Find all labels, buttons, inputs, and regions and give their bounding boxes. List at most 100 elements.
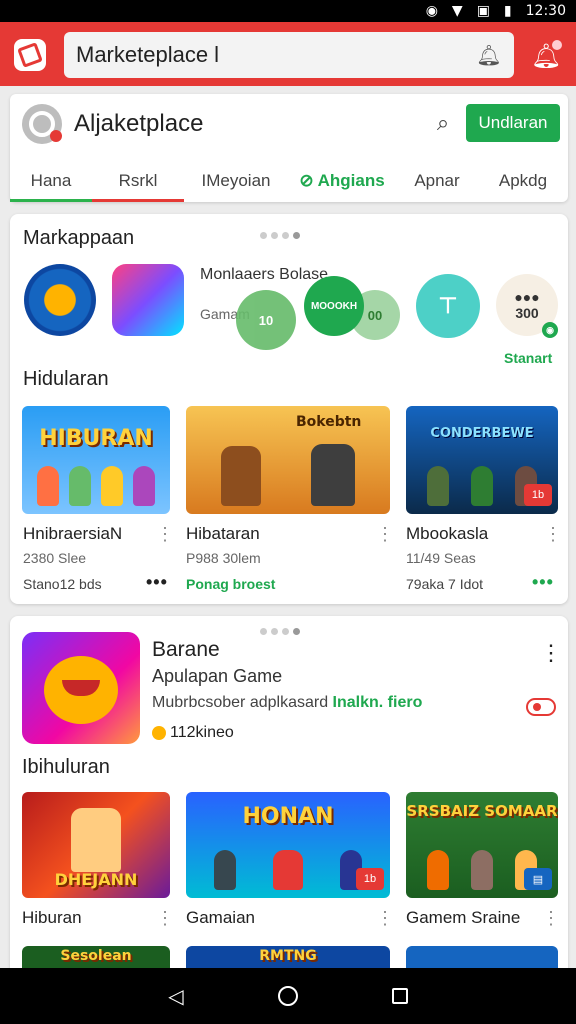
featured-desc-text: Mubrbcsober adplkasard [152,694,329,711]
dots-glyph: ●●● [514,289,540,305]
character [133,466,155,506]
toggle-switch[interactable] [526,698,556,716]
tab-rsrkl[interactable]: Rsrkl [92,160,184,202]
character [471,466,493,506]
circle-button-2[interactable]: MOOOKH [304,276,364,336]
game-title[interactable]: Mbookasla [406,524,488,544]
rating-badge: 1b [524,484,552,506]
install-button[interactable]: Undlaran [466,104,560,142]
game-title[interactable]: Gamaian [186,908,255,928]
tab-home[interactable]: Hana [10,160,92,202]
circle-button-1[interactable]: 10 [236,290,296,350]
coin-count: 112kineo [170,724,234,741]
start-link[interactable]: Stanart [504,350,552,366]
tool-circle-icon[interactable]: ⊤ [416,274,480,338]
search-input[interactable] [76,42,476,68]
character [214,850,237,890]
more-vert-icon[interactable]: ⋮ [542,908,560,929]
thumb-characters [196,444,380,506]
more-horiz-icon[interactable]: ••• [532,572,554,593]
search-bar[interactable]: 🔔︎ [64,32,514,78]
section-title-market: Markappaan [23,227,135,249]
record-icon: ◉ [425,3,438,19]
recents-icon [392,988,408,1004]
score-label: 300 [515,305,539,321]
app-title: Aljaketplace [74,110,204,137]
thumb-label: HONAN [242,804,334,829]
recents-button[interactable] [386,982,414,1010]
battery-icon: ▮ [503,3,512,19]
app-icon-candy[interactable] [112,264,184,336]
character [427,466,449,506]
pager-dot [260,232,267,239]
game-thumb-7[interactable]: Sesolean [22,946,170,968]
game-thumb-6[interactable]: SRSBAIZ SOMAAR ▤ [406,792,558,898]
featured-app-icon[interactable] [22,632,140,744]
category-tabs: Hana Rsrkl IMeyoian ⊘ Ahgians Apnar Apkd… [10,160,568,202]
sim-icon: ▣ [476,3,490,19]
pager-dot-active [293,628,300,635]
game-thumb-5[interactable]: HONAN 1b [186,792,390,898]
character [101,466,123,506]
featured-description: Mubrbcsober adplkasard Inalkn. fiero [152,694,422,712]
rating-badge: 1b [356,868,384,890]
more-vert-icon[interactable]: ⋮ [376,908,394,929]
featured-coins: 112kineo [152,724,234,742]
check-circle-icon: ⊘ [299,171,314,190]
character [272,850,303,890]
more-vert-icon[interactable]: ⋮ [540,640,562,666]
more-vert-icon[interactable]: ⋮ [156,908,174,929]
game-thumb-2[interactable]: Bokebtn [186,406,390,514]
tab-apkdg[interactable]: Apkdg [478,160,568,202]
promo-title: Monlaaers Bolase [200,266,329,283]
section-title-hidularan: Hidularan [23,368,109,390]
game-thumb-1[interactable]: HIBURAN [22,406,170,514]
game-price: Ponag broest [186,576,276,592]
app-logo-icon [22,104,62,144]
game-thumb-3[interactable]: CONDERBEWE 1b [406,406,558,514]
search-icon[interactable]: ⌕ [428,108,458,138]
tab-ahgians-label: Ahgians [317,171,385,190]
thumb-characters [32,808,160,872]
game-title[interactable]: Hibataran [186,524,260,544]
brand-logo-icon[interactable] [14,39,46,71]
app-icon-box[interactable] [24,264,96,336]
coin-icon [152,726,166,740]
carousel-pager [260,628,300,635]
more-vert-icon[interactable]: ⋮ [544,524,562,545]
bell-icon[interactable]: 🔔︎ [476,42,502,68]
thumb-label: HIBURAN [39,426,153,451]
game-meta: 2380 Slee [23,550,87,566]
score-badge: ◉ [542,322,558,338]
character [427,850,449,890]
pager-dot-active [293,232,300,239]
pager-dot [271,628,278,635]
game-thumb-8[interactable]: RMTNG [186,946,390,968]
game-thumb-9[interactable] [406,946,558,968]
more-vert-icon[interactable]: ⋮ [376,524,394,545]
character [69,466,91,506]
thumb-label: DHEJANN [54,870,138,889]
character [37,466,59,506]
tab-apnar[interactable]: Apnar [396,160,478,202]
more-horiz-icon[interactable]: ••• [146,572,168,593]
game-title[interactable]: HnibraersiaN [23,524,122,544]
game-title[interactable]: Gamem Sraine [406,908,520,928]
section-title-ibihuluran: Ibihuluran [22,756,110,778]
pager-dot [282,628,289,635]
thumb-characters [196,840,380,890]
featured-name[interactable]: Barane [152,638,220,662]
status-time: 12:30 [525,3,566,19]
tab-imeyoian[interactable]: IMeyoian [184,160,288,202]
back-icon[interactable]: ◁ [162,982,190,1010]
game-title[interactable]: Hiburan [22,908,82,928]
notification-icon[interactable]: 🔔︎ [530,40,562,72]
game-thumb-4[interactable]: DHEJANN [22,792,170,898]
marketplace-card: Markappaan Monlaaers Bolase Gamam 10 00 … [10,214,568,604]
more-vert-icon[interactable]: ⋮ [156,524,174,545]
notification-dot [552,40,562,50]
home-button[interactable] [274,982,302,1010]
pager-dot [271,232,278,239]
home-icon [278,986,298,1006]
tab-ahgians[interactable]: ⊘ Ahgians [288,160,396,202]
